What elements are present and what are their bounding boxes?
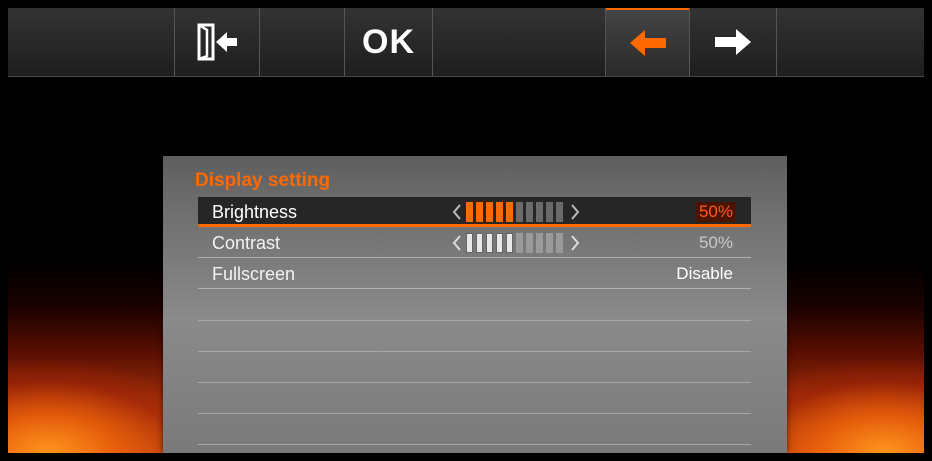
empty-row-divider: [198, 320, 751, 321]
slider-segment: [506, 202, 513, 222]
slider-segment: [536, 233, 543, 253]
slider-segment: [526, 202, 533, 222]
ok-label: OK: [362, 22, 415, 61]
toolbar-separator: [776, 8, 777, 76]
top-toolbar: OK: [8, 8, 924, 77]
empty-row-divider: [198, 351, 751, 352]
slider-segment: [536, 202, 543, 222]
fullscreen-label: Fullscreen: [212, 264, 296, 284]
contrast-label: Contrast: [212, 233, 281, 253]
chevron-left-icon[interactable]: [448, 201, 466, 223]
brightness-slider[interactable]: [448, 201, 584, 223]
slider-segment: [476, 233, 483, 253]
contrast-value: 50%: [698, 233, 733, 252]
slider-segment: [516, 202, 523, 222]
empty-row-divider: [198, 444, 751, 445]
slider-segment: [466, 202, 473, 222]
slider-segment: [496, 233, 503, 253]
panel-title: Display setting: [195, 170, 331, 191]
toolbar-separator: [432, 8, 433, 76]
slider-segment: [516, 233, 523, 253]
chevron-right-icon[interactable]: [566, 232, 584, 254]
contrast-row[interactable]: Contrast 50%: [198, 228, 751, 258]
slider-segment: [556, 202, 563, 222]
slider-segment: [496, 202, 503, 222]
brightness-value: 50%: [695, 202, 736, 222]
slider-segment: [466, 233, 473, 253]
arrow-left-icon: [629, 30, 666, 56]
fullscreen-row[interactable]: Fullscreen Disable: [198, 259, 751, 289]
slider-segment: [546, 202, 553, 222]
chevron-right-icon[interactable]: [566, 201, 584, 223]
brightness-label: Brightness: [212, 202, 298, 222]
ok-button[interactable]: OK: [345, 8, 432, 76]
arrow-right-icon: [715, 29, 751, 55]
display-setting-panel: Display setting Brightness 50% Contrast …: [163, 156, 787, 453]
exit-button[interactable]: [175, 8, 259, 76]
contrast-slider[interactable]: [448, 232, 584, 254]
next-button[interactable]: [690, 8, 776, 76]
slider-segment: [506, 233, 513, 253]
slider-segment: [486, 202, 493, 222]
fullscreen-value: Disable: [676, 264, 733, 283]
empty-row-divider: [198, 413, 751, 414]
toolbar-separator: [259, 8, 260, 76]
brightness-row[interactable]: Brightness 50%: [198, 197, 751, 227]
chevron-left-icon[interactable]: [448, 232, 466, 254]
previous-button[interactable]: [606, 8, 689, 76]
exit-door-icon: [197, 23, 237, 61]
slider-segment: [556, 233, 563, 253]
empty-row-divider: [198, 382, 751, 383]
slider-segment: [486, 233, 493, 253]
slider-segment: [546, 233, 553, 253]
slider-segment: [526, 233, 533, 253]
display-screen: OK Display setting Brightness 50% Contra…: [8, 8, 924, 453]
slider-segment: [476, 202, 483, 222]
